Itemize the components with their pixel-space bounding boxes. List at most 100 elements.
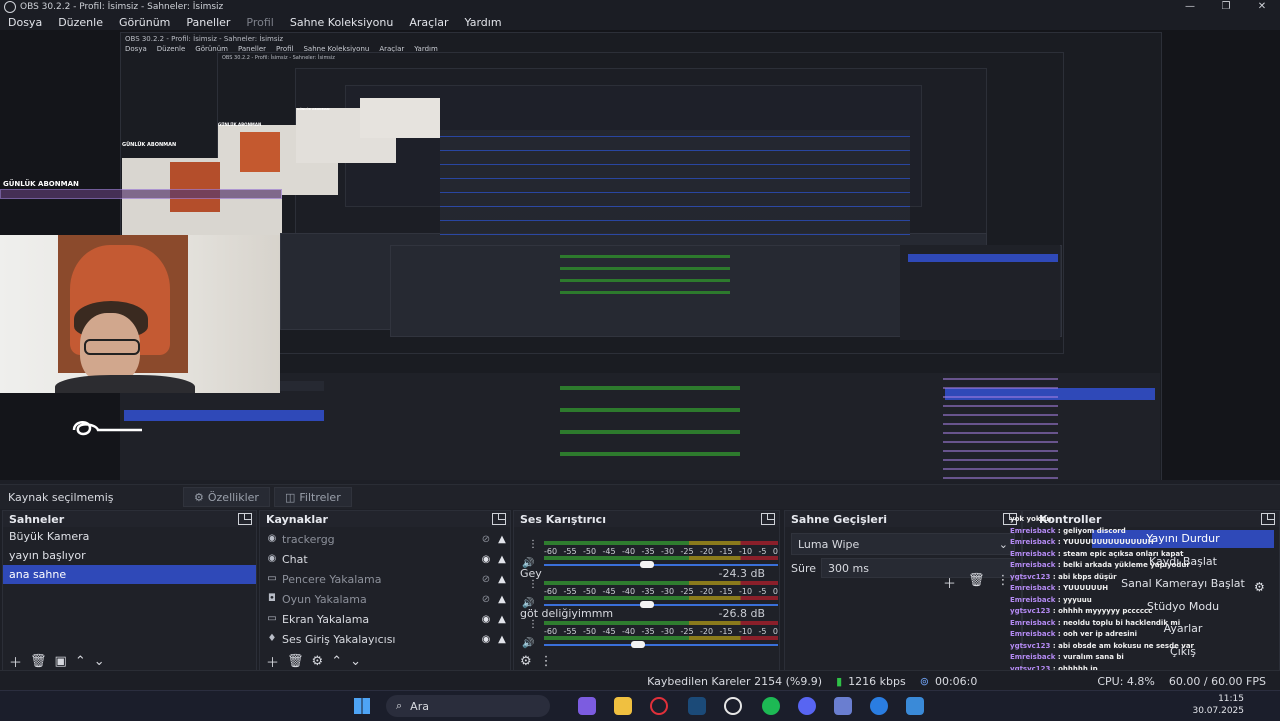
eye-off-icon[interactable]: ⊘ (478, 594, 494, 605)
menu-item-2[interactable]: Görünüm (111, 16, 178, 29)
maximize-button[interactable]: ❐ (1208, 0, 1244, 14)
opera-icon[interactable] (650, 697, 668, 715)
remove-source-button[interactable]: 🗑 (287, 654, 304, 669)
nested-ui-stack (440, 130, 910, 240)
gear-icon: ⚙ (194, 490, 204, 504)
sources-toolbar: ＋ 🗑 ⚙ ⌃ ⌄ (260, 651, 510, 671)
meter-tick: -35 (641, 547, 655, 556)
undock-icon[interactable] (238, 513, 252, 525)
source-item[interactable]: ◉ Chat ◉ ▲ (260, 549, 510, 569)
menu-item-1[interactable]: Düzenle (50, 16, 111, 29)
chat-message: Emreisback : vuralım sana bi (1010, 653, 1124, 661)
virtual-camera-settings-icon[interactable]: ⚙ (1254, 580, 1265, 594)
meter-tick: -60 (544, 547, 558, 556)
chat-message: Emreisback : steam epic açıksa onları ka… (1010, 549, 1184, 558)
scenes-header: Sahneler (3, 511, 256, 527)
close-button[interactable]: ✕ (1244, 0, 1280, 14)
scene-item[interactable]: yayın başlıyor (3, 546, 256, 565)
spotify-icon[interactable] (762, 697, 780, 715)
file-explorer-icon[interactable] (614, 697, 632, 715)
track-menu-icon[interactable]: ⋮ (528, 619, 538, 630)
move-down-button[interactable]: ⌄ (350, 654, 361, 669)
volume-slider[interactable] (544, 601, 778, 608)
source-item[interactable]: ◘ Oyun Yakalama ⊘ ▲ (260, 589, 510, 609)
meter-tick: -15 (719, 547, 733, 556)
source-item[interactable]: ◉ trackergg ⊘ ▲ (260, 529, 510, 549)
preview-canvas[interactable]: OBS 30.2.2 - Profil: İsimsiz - Sahneler:… (0, 30, 1280, 480)
transition-select[interactable]: Luma Wipe ⌄ (791, 533, 1015, 555)
menu-item-7[interactable]: Yardım (457, 16, 510, 29)
start-icon[interactable] (354, 698, 370, 714)
mixer-toolbar: ⚙ ⋮ (514, 651, 779, 671)
meter-tick: -30 (661, 547, 675, 556)
scene-item[interactable]: Büyük Kamera (3, 527, 256, 546)
meter-tick: 0 (772, 627, 778, 636)
move-down-button[interactable]: ⌄ (94, 654, 105, 669)
menu-bar: Dosya Düzenle Görünüm Paneller Profil Sahne K… (0, 14, 1280, 30)
properties-button[interactable]: ⚙ Özellikler (183, 487, 270, 507)
eye-off-icon[interactable]: ⊘ (478, 574, 494, 585)
speaker-icon[interactable]: 🔊 (522, 638, 534, 649)
add-scene-button[interactable]: ＋ (9, 652, 22, 671)
browser-icon[interactable] (870, 697, 888, 715)
source-label: trackergg (282, 532, 335, 546)
remove-transition-button[interactable]: 🗑 (968, 573, 985, 592)
source-item[interactable]: ▭ Ekran Yakalama ◉ ▲ (260, 609, 510, 629)
track-menu-icon[interactable]: ⋮ (528, 539, 538, 550)
eye-icon[interactable]: ◉ (478, 614, 494, 625)
lock-icon[interactable]: ▲ (494, 634, 510, 645)
lock-icon[interactable]: ▲ (494, 594, 510, 605)
eye-off-icon[interactable]: ⊘ (478, 534, 494, 545)
meter-tick: -40 (622, 627, 636, 636)
lock-icon[interactable]: ▲ (494, 534, 510, 545)
eye-icon[interactable]: ◉ (478, 634, 494, 645)
copilot-icon[interactable] (578, 697, 596, 715)
globe-icon: ◉ (267, 553, 277, 564)
remove-scene-button[interactable]: 🗑 (30, 654, 47, 669)
menu-item-5[interactable]: Sahne Koleksiyonu (282, 16, 402, 29)
source-item[interactable]: ▭ Pencere Yakalama ⊘ ▲ (260, 569, 510, 589)
steam-icon[interactable] (688, 697, 706, 715)
volume-slider[interactable] (544, 641, 778, 648)
menu-item-0[interactable]: Dosya (0, 16, 50, 29)
scenes-title: Sahneler (9, 512, 65, 526)
menu-item-4[interactable]: Profil (238, 16, 281, 29)
photos-icon[interactable] (906, 697, 924, 715)
track-level: -24.3 dB (718, 567, 766, 580)
move-up-button[interactable]: ⌃ (331, 654, 342, 669)
source-properties-button[interactable]: ⚙ (312, 654, 324, 669)
app-icon[interactable] (834, 697, 852, 715)
volume-slider[interactable] (544, 561, 778, 568)
add-source-button[interactable]: ＋ (266, 652, 279, 671)
abonman-label-2: GÜNLÜK ABONMAN (122, 142, 177, 148)
minimize-button[interactable]: — (1172, 0, 1208, 14)
mixer-menu-icon[interactable]: ⋮ (540, 654, 553, 669)
transition-menu-icon[interactable]: ⋮ (997, 573, 1010, 592)
meter-tick: -55 (563, 627, 577, 636)
advanced-audio-icon[interactable]: ⚙ (520, 654, 532, 669)
menu-item-6[interactable]: Araçlar (401, 16, 456, 29)
filters-button[interactable]: ◫ Filtreler (273, 487, 352, 507)
meter-tick: 0 (772, 587, 778, 596)
source-item[interactable]: ♦ Ses Giriş Yakalayıcısı ◉ ▲ (260, 629, 510, 649)
lock-icon[interactable]: ▲ (494, 614, 510, 625)
scene-filters-button[interactable]: ▣ (55, 654, 67, 669)
system-clock[interactable]: 11:15 30.07.2025 (1192, 693, 1244, 717)
menu-item-3[interactable]: Paneller (178, 16, 238, 29)
move-up-button[interactable]: ⌃ (75, 654, 86, 669)
discord-icon[interactable] (798, 697, 816, 715)
filters-label: Filtreler (299, 490, 341, 504)
slider-knob[interactable] (630, 641, 645, 648)
undock-icon[interactable] (1261, 513, 1275, 525)
eye-icon[interactable]: ◉ (478, 554, 494, 565)
obs-icon[interactable] (724, 697, 742, 715)
scene-item[interactable]: ana sahne (3, 565, 256, 584)
add-transition-button[interactable]: ＋ (943, 573, 956, 592)
undock-icon[interactable] (492, 513, 506, 525)
undock-icon[interactable] (761, 513, 775, 525)
lock-icon[interactable]: ▲ (494, 574, 510, 585)
taskbar-search[interactable]: ⌕ Ara (386, 695, 550, 717)
lock-icon[interactable]: ▲ (494, 554, 510, 565)
meter-ticks: -60 -55 -50 -45 -40 -35 -30 -25 -20 -15 -10 -5 0 (544, 587, 778, 596)
track-menu-icon[interactable]: ⋮ (528, 579, 538, 590)
